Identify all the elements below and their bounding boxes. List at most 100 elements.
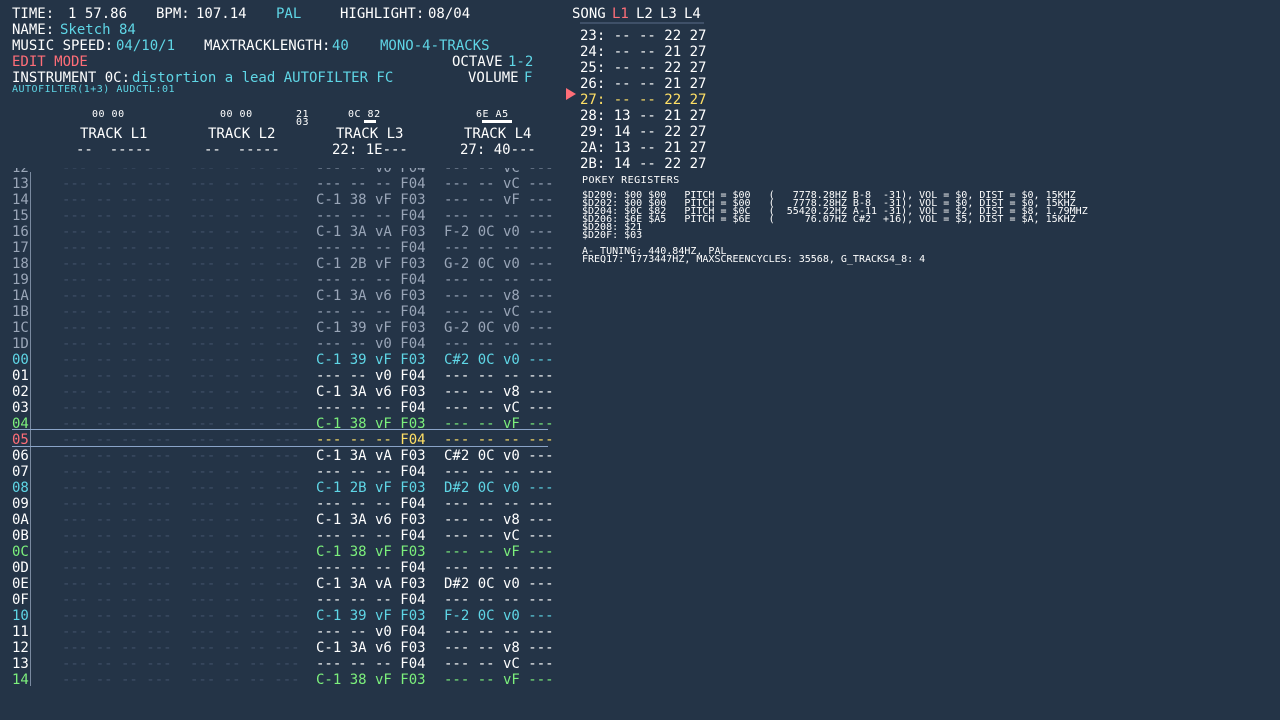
track-l2-cell[interactable]: --- -- -- --- — [190, 528, 300, 544]
track-l1-cell[interactable]: --- -- -- --- — [62, 560, 172, 576]
track-l4-cell[interactable]: --- -- vC --- — [444, 400, 554, 416]
pattern-row[interactable]: 02 --- -- -- --- --- -- -- --- C-1 3A v6 F0… — [0, 384, 560, 400]
track-l4-cell[interactable]: --- -- vF --- — [444, 672, 554, 686]
song-list[interactable]: 23: -- -- 22 27 24: -- -- 21 27 25: -- -- … — [0, 0, 720, 168]
pattern-row[interactable]: 1D --- -- -- --- --- -- -- --- --- -- v0 F0… — [0, 336, 560, 352]
track-l4-cell[interactable]: --- -- v8 --- — [444, 512, 554, 528]
track-l4-cell[interactable]: --- -- v8 --- — [444, 288, 554, 304]
track-l3-cell[interactable]: --- -- -- F04 — [316, 496, 426, 512]
track-l1-cell[interactable]: --- -- -- --- — [62, 400, 172, 416]
track-l1-cell[interactable]: --- -- -- --- — [62, 304, 172, 320]
track-l2-cell[interactable]: --- -- -- --- — [190, 240, 300, 256]
track-l4-cell[interactable]: --- -- -- --- — [444, 240, 554, 256]
track-l2-cell[interactable]: --- -- -- --- — [190, 176, 300, 192]
pattern-row[interactable]: 13 --- -- -- --- --- -- -- --- --- -- -- F0… — [0, 656, 560, 672]
pattern-row[interactable]: 1A --- -- -- --- --- -- -- --- C-1 3A v6 F0… — [0, 288, 560, 304]
pattern-row[interactable]: 12 --- -- -- --- --- -- -- --- --- -- v0 F0… — [0, 168, 560, 176]
track-l3-cell[interactable]: C-1 3A v6 F03 — [316, 640, 426, 656]
track-l2-cell[interactable]: --- -- -- --- — [190, 384, 300, 400]
track-l4-cell[interactable]: --- -- vF --- — [444, 192, 554, 208]
track-l3-cell[interactable]: C-1 38 vF F03 — [316, 544, 426, 560]
track-l1-cell[interactable]: --- -- -- --- — [62, 640, 172, 656]
track-l2-cell[interactable]: --- -- -- --- — [190, 560, 300, 576]
track-l3-cell[interactable]: --- -- -- F04 — [316, 464, 426, 480]
pattern-row[interactable]: 00 --- -- -- --- --- -- -- --- C-1 39 vF F0… — [0, 352, 560, 368]
pattern-row[interactable]: 0C --- -- -- --- --- -- -- --- C-1 38 vF F0… — [0, 544, 560, 560]
pattern-row[interactable]: 14 --- -- -- --- --- -- -- --- C-1 38 vF F0… — [0, 192, 560, 208]
track-l4-cell[interactable]: C#2 0C v0 --- — [444, 352, 554, 368]
track-l3-cell[interactable]: C-1 39 vF F03 — [316, 320, 426, 336]
pattern-row[interactable]: 12 --- -- -- --- --- -- -- --- C-1 3A v6 F0… — [0, 640, 560, 656]
track-l2-cell[interactable]: --- -- -- --- — [190, 208, 300, 224]
track-l4-cell[interactable]: --- -- -- --- — [444, 208, 554, 224]
track-l2-cell[interactable]: --- -- -- --- — [190, 304, 300, 320]
pattern-row[interactable]: 16 --- -- -- --- --- -- -- --- C-1 3A vA F0… — [0, 224, 560, 240]
track-l4-cell[interactable]: --- -- -- --- — [444, 560, 554, 576]
track-l1-cell[interactable]: --- -- -- --- — [62, 624, 172, 640]
track-l1-cell[interactable]: --- -- -- --- — [62, 168, 172, 176]
song-row[interactable]: 26: -- -- 21 27 — [580, 76, 706, 92]
track-l2-cell[interactable]: --- -- -- --- — [190, 448, 300, 464]
track-l2-cell[interactable]: --- -- -- --- — [190, 256, 300, 272]
track-l3-cell[interactable]: --- -- v0 F04 — [316, 368, 426, 384]
track-l2-cell[interactable]: --- -- -- --- — [190, 544, 300, 560]
track-l1-cell[interactable]: --- -- -- --- — [62, 496, 172, 512]
song-row[interactable]: 25: -- -- 22 27 — [580, 60, 706, 76]
track-l1-cell[interactable]: --- -- -- --- — [62, 544, 172, 560]
track-l2-cell[interactable]: --- -- -- --- — [190, 512, 300, 528]
track-l2-cell[interactable]: --- -- -- --- — [190, 656, 300, 672]
track-l2-cell[interactable]: --- -- -- --- — [190, 400, 300, 416]
track-l3-cell[interactable]: --- -- -- F04 — [316, 656, 426, 672]
track-l2-cell[interactable]: --- -- -- --- — [190, 464, 300, 480]
track-l1-cell[interactable]: --- -- -- --- — [62, 336, 172, 352]
track-l4-cell[interactable]: --- -- -- --- — [444, 272, 554, 288]
track-l2-cell[interactable]: --- -- -- --- — [190, 368, 300, 384]
track-l2-cell[interactable]: --- -- -- --- — [190, 336, 300, 352]
pattern-row[interactable]: 11 --- -- -- --- --- -- -- --- --- -- v0 F0… — [0, 624, 560, 640]
track-l3-cell[interactable]: C-1 3A vA F03 — [316, 224, 426, 240]
pattern-row[interactable]: 0E --- -- -- --- --- -- -- --- C-1 3A vA F0… — [0, 576, 560, 592]
pattern-row[interactable]: 0D --- -- -- --- --- -- -- --- --- -- -- F0… — [0, 560, 560, 576]
track-l2-cell[interactable]: --- -- -- --- — [190, 608, 300, 624]
track-l1-cell[interactable]: --- -- -- --- — [62, 512, 172, 528]
track-l4-cell[interactable]: --- -- -- --- — [444, 496, 554, 512]
pattern-row[interactable]: 0F --- -- -- --- --- -- -- --- --- -- -- F0… — [0, 592, 560, 608]
track-l3-cell[interactable]: --- -- -- F04 — [316, 240, 426, 256]
song-row[interactable]: 23: -- -- 22 27 — [580, 28, 706, 44]
track-l3-cell[interactable]: --- -- v0 F04 — [316, 168, 426, 176]
pattern-row[interactable]: 06 --- -- -- --- --- -- -- --- C-1 3A vA F0… — [0, 448, 560, 464]
track-l1-cell[interactable]: --- -- -- --- — [62, 240, 172, 256]
pattern-row[interactable]: 03 --- -- -- --- --- -- -- --- --- -- -- F0… — [0, 400, 560, 416]
pattern-row[interactable]: 15 --- -- -- --- --- -- -- --- --- -- -- F0… — [0, 208, 560, 224]
pattern-row[interactable]: 1C --- -- -- --- --- -- -- --- C-1 39 vF F0… — [0, 320, 560, 336]
track-l1-cell[interactable]: --- -- -- --- — [62, 608, 172, 624]
track-l3-cell[interactable]: --- -- -- F04 — [316, 304, 426, 320]
track-l4-cell[interactable]: --- -- vC --- — [444, 304, 554, 320]
track-l2-cell[interactable]: --- -- -- --- — [190, 576, 300, 592]
track-l1-cell[interactable]: --- -- -- --- — [62, 288, 172, 304]
track-l1-cell[interactable]: --- -- -- --- — [62, 368, 172, 384]
track-l3-cell[interactable]: C-1 38 vF F03 — [316, 192, 426, 208]
track-l1-cell[interactable]: --- -- -- --- — [62, 656, 172, 672]
track-l3-cell[interactable]: --- -- -- F04 — [316, 592, 426, 608]
track-l4-cell[interactable]: --- -- v8 --- — [444, 640, 554, 656]
track-l2-cell[interactable]: --- -- -- --- — [190, 640, 300, 656]
track-l4-cell[interactable]: --- -- -- --- — [444, 368, 554, 384]
track-l4-cell[interactable]: D#2 0C v0 --- — [444, 480, 554, 496]
pattern-editor[interactable]: 12 --- -- -- --- --- -- -- --- --- -- v0 F0… — [0, 168, 560, 686]
track-l2-cell[interactable]: --- -- -- --- — [190, 496, 300, 512]
track-l2-cell[interactable]: --- -- -- --- — [190, 272, 300, 288]
track-l2-cell[interactable]: --- -- -- --- — [190, 624, 300, 640]
track-l1-cell[interactable]: --- -- -- --- — [62, 448, 172, 464]
track-l3-cell[interactable]: C-1 3A v6 F03 — [316, 512, 426, 528]
track-l3-cell[interactable]: --- -- v0 F04 — [316, 336, 426, 352]
song-row[interactable]: 24: -- -- 21 27 — [580, 44, 706, 60]
track-l2-cell[interactable]: --- -- -- --- — [190, 320, 300, 336]
track-l1-cell[interactable]: --- -- -- --- — [62, 480, 172, 496]
track-l2-cell[interactable]: --- -- -- --- — [190, 288, 300, 304]
track-l2-cell[interactable]: --- -- -- --- — [190, 352, 300, 368]
track-l4-cell[interactable]: --- -- -- --- — [444, 592, 554, 608]
track-l4-cell[interactable]: D#2 0C v0 --- — [444, 576, 554, 592]
track-l3-cell[interactable]: --- -- -- F04 — [316, 208, 426, 224]
track-l4-cell[interactable]: --- -- vC --- — [444, 656, 554, 672]
